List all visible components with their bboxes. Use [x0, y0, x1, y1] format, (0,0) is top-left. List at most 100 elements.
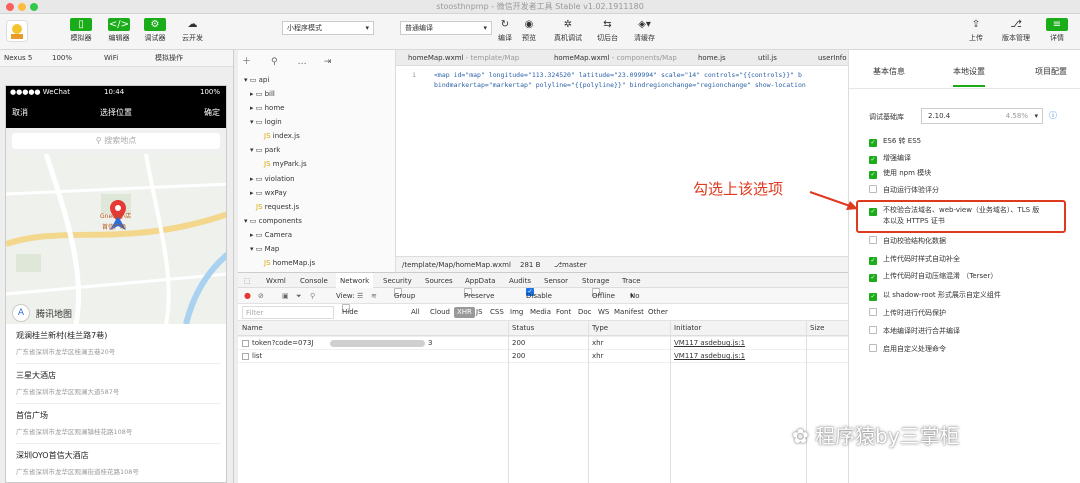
filter-cloud[interactable]: Cloud — [430, 304, 450, 321]
filter-icon[interactable]: ⏷ — [296, 288, 302, 304]
base-lib-select[interactable]: 2.10.4 4.58% ▾ — [921, 108, 1043, 124]
inspect-icon[interactable]: ⬚ — [244, 273, 251, 289]
column-header[interactable]: Size — [810, 321, 824, 336]
option-terser[interactable]: ✓ 上传代码时自动压缩混淆 （Terser） — [869, 271, 997, 282]
help-icon[interactable]: ⓘ — [1049, 110, 1057, 121]
initiator-link[interactable]: VM117 asdebug.js:1 — [674, 350, 745, 363]
option-structured-data[interactable]: 自动校验结构化数据 — [869, 236, 946, 246]
tree-item[interactable]: JS index.js — [264, 132, 300, 140]
tree-item[interactable]: ▾ ▭ Map — [250, 245, 279, 253]
tree-item[interactable]: ▸ ▭ violation — [250, 175, 295, 183]
tab-basic-info[interactable]: 基本信息 — [873, 66, 905, 77]
search-icon[interactable]: ⚲ — [310, 288, 315, 304]
list-item[interactable]: 三星大酒店 广东省深圳市龙华区观澜大道587号 — [16, 364, 221, 404]
switch-background-button[interactable]: ⇆ 切后台 — [597, 18, 618, 43]
tab-wxml[interactable]: Wxml — [266, 273, 286, 289]
editor-tab[interactable]: util.js — [758, 50, 777, 66]
option-custom-command[interactable]: 启用自定义处理命令 — [869, 344, 946, 354]
tab-appdata[interactable]: AppData — [465, 273, 495, 289]
waterfall-icon[interactable]: ≋ — [371, 288, 377, 304]
tree-item[interactable]: ▾ ▭ login — [250, 118, 282, 126]
search-input[interactable]: ⚲ 搜索地点 — [12, 133, 220, 149]
column-header[interactable]: Initiator — [674, 321, 701, 336]
compile-button[interactable]: ↻ 编译 — [498, 18, 512, 43]
filter-doc[interactable]: Doc — [578, 304, 592, 321]
filter-manifest[interactable]: Manifest — [614, 304, 644, 321]
minimize-window-dot[interactable] — [18, 3, 26, 11]
compass-button[interactable]: A — [12, 304, 30, 322]
initiator-link[interactable]: VM117 asdebug.js:1 — [674, 337, 745, 350]
filter-media[interactable]: Media — [530, 304, 551, 321]
tree-item[interactable]: ▸ ▭ bill — [250, 90, 275, 98]
option-enhanced-compile[interactable]: ✓ 增强编译 — [869, 153, 911, 164]
add-icon[interactable]: ＋ — [242, 57, 251, 67]
tab-trace[interactable]: Trace — [622, 273, 641, 289]
column-header[interactable]: Name — [242, 321, 263, 336]
filter-other[interactable]: Other — [648, 304, 668, 321]
list-view-icon[interactable]: ☰ — [357, 288, 363, 304]
filter-js[interactable]: JS — [476, 304, 483, 321]
filter-xhr[interactable]: XHR — [454, 307, 475, 318]
list-item[interactable]: 首信广场 广东省深圳市龙华区观澜镇桂花路108号 — [16, 404, 221, 444]
more-icon[interactable]: … — [298, 57, 307, 67]
list-item[interactable]: 深圳OYO首信大酒店 广东省深圳市龙华区观澜街道桂花路108号 — [16, 444, 221, 483]
operation-select[interactable]: 模拟操作 — [155, 50, 183, 67]
tree-item[interactable]: JS request.js — [256, 203, 299, 211]
mode-select[interactable]: 小程序模式 — [282, 21, 374, 35]
tab-audits[interactable]: Audits — [509, 273, 531, 289]
details-button[interactable]: ≡ 详情 — [1046, 18, 1068, 43]
editor-tab[interactable]: homeMap.wxml - template/Map — [408, 50, 519, 66]
cloud-button[interactable]: ☁ 云开发 — [182, 18, 203, 43]
code-editor[interactable]: 1 <map id="map" longitude="113.324520" l… — [396, 66, 848, 256]
device-select[interactable]: Nexus 5 — [4, 50, 32, 67]
zoom-select[interactable]: 100% — [52, 50, 72, 67]
column-header[interactable]: Status — [512, 321, 534, 336]
filter-input[interactable]: Filter — [242, 306, 334, 319]
tree-item[interactable]: ▾ ▭ park — [250, 146, 280, 154]
tree-item[interactable]: ▸ ▭ wxPay — [250, 189, 287, 197]
column-header[interactable]: Type — [592, 321, 608, 336]
tree-item[interactable]: ▾ ▭ components — [244, 217, 302, 225]
confirm-button[interactable]: 确定 — [204, 98, 220, 128]
simulator-button[interactable]: ▯ 模拟器 — [70, 18, 92, 43]
option-npm[interactable]: ✓ 使用 npm 模块 — [869, 168, 931, 179]
avatar[interactable] — [6, 20, 28, 42]
list-item[interactable]: 观澜桂兰新村(桂兰路7巷) 广东省深圳市龙华区桂澜五巷20号 — [16, 324, 221, 364]
option-auto-score[interactable]: 自动运行体验评分 — [869, 185, 939, 195]
editor-tab[interactable]: userInfo — [818, 50, 848, 66]
tree-item[interactable]: ▸ ▭ home — [250, 104, 284, 112]
camera-icon[interactable]: ▣ — [282, 288, 289, 304]
tab-sensor[interactable]: Sensor — [544, 273, 568, 289]
tree-item[interactable]: JS myPark.js — [264, 160, 307, 168]
throttle-select[interactable]: No throttling ▾ — [630, 288, 662, 316]
filter-all[interactable]: All — [411, 304, 420, 321]
search-icon[interactable]: ⚲ — [271, 57, 278, 67]
tab-sources[interactable]: Sources — [425, 273, 453, 289]
editor-button[interactable]: </> 编辑器 — [108, 18, 130, 43]
editor-tab[interactable]: homeMap.wxml - components/Map — [554, 50, 677, 66]
tree-item[interactable]: ▸ ▭ Camera — [250, 231, 292, 239]
table-row[interactable]: token?code=073J 3 200 xhr VM117 asdebug.… — [238, 337, 848, 350]
version-button[interactable]: ⎇ 版本管理 — [1002, 18, 1030, 43]
table-row[interactable]: list 200 xhr VM117 asdebug.js:1 — [238, 350, 848, 363]
filter-ws[interactable]: WS — [598, 304, 609, 321]
tree-item[interactable]: ▾ ▭ api — [244, 76, 269, 84]
close-window-dot[interactable] — [6, 3, 14, 11]
tab-storage[interactable]: Storage — [582, 273, 609, 289]
cancel-button[interactable]: 取消 — [12, 98, 28, 128]
option-merge-compile[interactable]: 本地编译时进行合并编译 — [869, 326, 960, 336]
upload-button[interactable]: ⇪ 上传 — [969, 18, 983, 43]
debugger-button[interactable]: ⚙ 调试器 — [144, 18, 166, 43]
filter-img[interactable]: Img — [510, 304, 523, 321]
remote-debug-button[interactable]: ✲ 真机调试 — [554, 18, 582, 43]
option-es6[interactable]: ✓ ES6 转 ES5 — [869, 136, 921, 147]
map-view[interactable]: A 腾讯地图 首信广场 Gnece小店 — [6, 154, 226, 324]
collapse-icon[interactable]: ⇥ — [324, 57, 332, 67]
tab-security[interactable]: Security — [383, 273, 412, 289]
clear-cache-button[interactable]: ◈▾ 清缓存 — [634, 18, 655, 43]
tab-project-config[interactable]: 项目配置 — [1035, 66, 1067, 77]
record-icon[interactable]: ● — [244, 288, 251, 304]
option-shadow-root[interactable]: ✓ 以 shadow-root 形式展示自定义组件 — [869, 290, 1001, 301]
filter-css[interactable]: CSS — [490, 304, 504, 321]
zoom-window-dot[interactable] — [30, 3, 38, 11]
